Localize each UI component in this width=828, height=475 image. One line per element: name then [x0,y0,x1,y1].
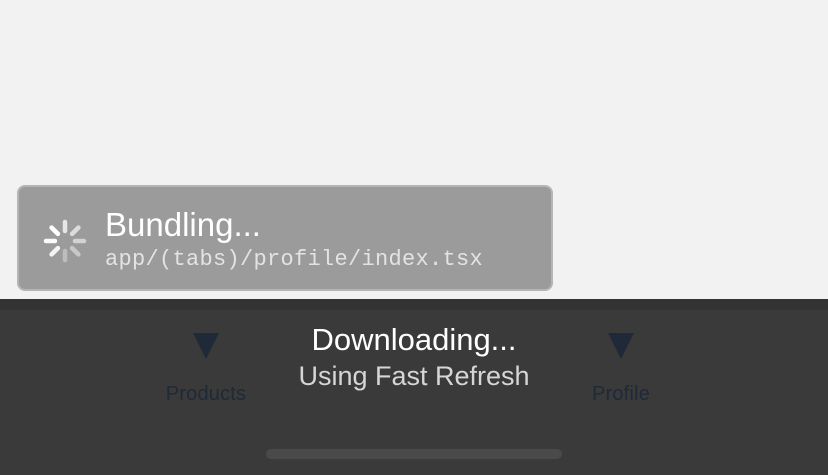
download-banner: Downloading... Using Fast Refresh [214,321,614,393]
app-screen: Products Profile Downloading... Using Fa… [0,0,828,475]
bundling-toast: Bundling... app/(tabs)/profile/index.tsx [17,185,553,291]
home-indicator[interactable] [266,449,562,459]
download-title: Downloading... [311,322,517,357]
tab-bar-divider [0,299,828,310]
download-subtitle: Using Fast Refresh [298,361,530,391]
spinner-icon [43,219,87,263]
bundling-title: Bundling... [105,206,261,243]
bundling-file-path: app/(tabs)/profile/index.tsx [105,247,484,272]
